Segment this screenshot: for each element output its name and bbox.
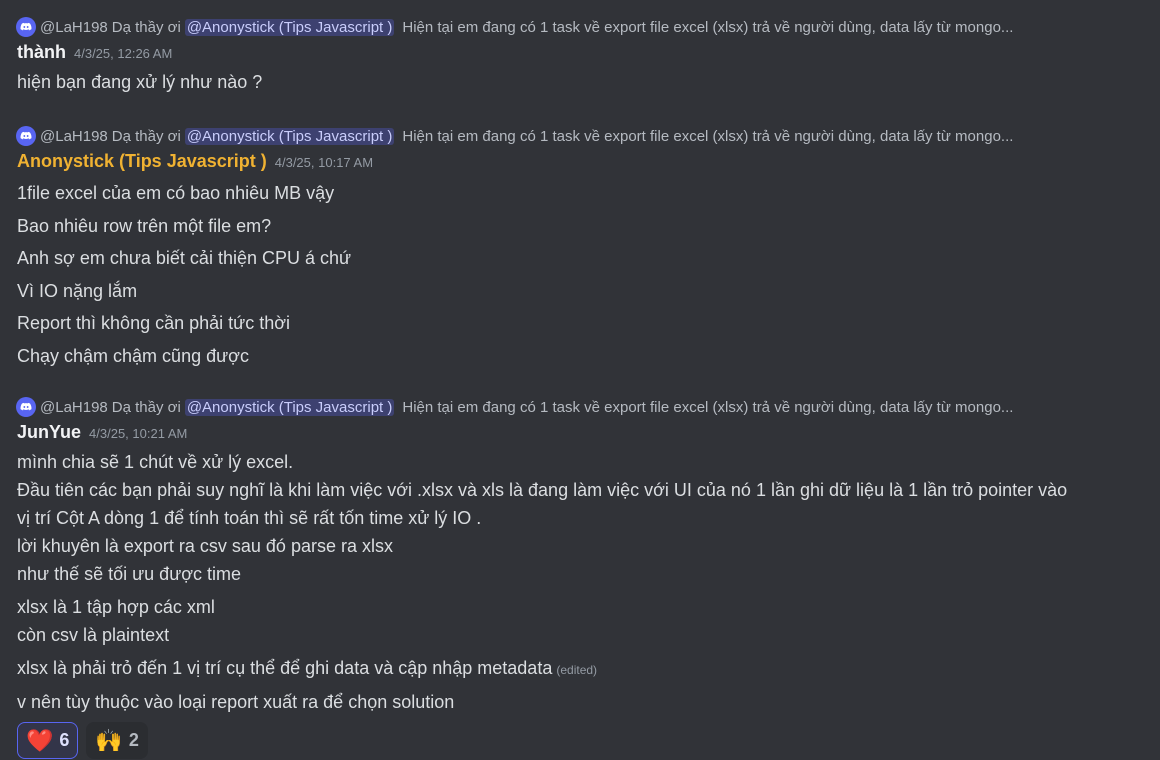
reply-preview[interactable]: @LaH198 Dạ thầy ơi @Anonystick (Tips Jav… <box>0 396 1160 418</box>
reply-snippet[interactable]: Hiện tại em đang có 1 task về export fil… <box>402 19 1013 36</box>
message-line: như thế sẽ tối ưu được time <box>17 564 242 584</box>
message-header: thành 4/3/25, 12:26 AM <box>0 42 1160 68</box>
mention[interactable]: @Anonystick (Tips Javascript ) <box>184 18 395 36</box>
message-line: còn csv là plaintext <box>17 625 170 645</box>
message-line: Bao nhiêu row trên một file em? <box>17 215 272 236</box>
message-line: Vì IO nặng lắm <box>17 280 138 301</box>
message-text: xlsx là phải trỏ đến 1 vị trí cụ thể để … <box>17 658 553 678</box>
reply-text-prefix: Dạ thầy ơi <box>111 18 181 36</box>
discord-avatar-icon <box>16 17 36 37</box>
message-line: hiện bạn đang xử lý như nào ? <box>17 72 263 92</box>
message-line: Report thì không cần phải tức thời <box>17 313 291 333</box>
message-header: Anonystick (Tips Javascript ) 4/3/25, 10… <box>0 151 1160 177</box>
mention[interactable]: @Anonystick (Tips Javascript ) <box>184 127 395 145</box>
message-line: mình chia sẽ 1 chút về xử lý excel. <box>17 452 294 472</box>
message-line: Chạy chậm chậm cũng được <box>17 345 249 366</box>
reaction-heart[interactable]: ❤️ 6 <box>17 722 79 759</box>
author-name[interactable]: JunYue <box>17 422 81 443</box>
reaction-count: 6 <box>59 730 70 750</box>
reply-text-prefix: Dạ thầy ơi <box>111 398 181 416</box>
reply-username[interactable]: @LaH198 <box>40 399 108 416</box>
timestamp: 4/3/25, 12:26 AM <box>74 46 173 61</box>
discord-avatar-icon <box>16 397 36 417</box>
reply-snippet[interactable]: Hiện tại em đang có 1 task về export fil… <box>402 128 1013 145</box>
message-header: JunYue 4/3/25, 10:21 AM <box>0 422 1160 448</box>
message-junyue: @LaH198 Dạ thầy ơi @Anonystick (Tips Jav… <box>0 396 1160 759</box>
author-name[interactable]: Anonystick (Tips Javascript ) <box>17 151 267 172</box>
reaction-count: 2 <box>128 730 139 750</box>
chat-messages: @LaH198 Dạ thầy ơi @Anonystick (Tips Jav… <box>0 0 1160 760</box>
author-name[interactable]: thành <box>17 42 66 63</box>
reply-username[interactable]: @LaH198 <box>40 128 108 145</box>
message-line: 1file excel của em có bao nhiêu MB vậy <box>17 183 335 203</box>
reply-preview[interactable]: @LaH198 Dạ thầy ơi @Anonystick (Tips Jav… <box>0 16 1160 38</box>
raised-hands-icon: 🙌 <box>95 727 123 753</box>
message-line: lời khuyên là export ra csv sau đó parse… <box>17 536 393 556</box>
reply-snippet[interactable]: Hiện tại em đang có 1 task về export fil… <box>402 399 1013 416</box>
message-line: Đầu tiên các bạn phải suy nghĩ là khi là… <box>17 480 1068 500</box>
timestamp: 4/3/25, 10:17 AM <box>274 155 374 170</box>
message-anonystick: @LaH198 Dạ thầy ơi @Anonystick (Tips Jav… <box>0 125 1160 372</box>
reaction-raised-hands[interactable]: 🙌 2 <box>86 722 148 759</box>
message-line: vị trí Cột A dòng 1 để tính toán thì sẽ … <box>17 508 482 528</box>
edited-label: (edited) <box>556 663 598 677</box>
message-line: Anh sợ em chưa biết cải thiện CPU á chứ <box>17 248 352 268</box>
reply-text-prefix: Dạ thầy ơi <box>111 127 181 145</box>
discord-avatar-icon <box>16 126 36 146</box>
message-thanh: @LaH198 Dạ thầy ơi @Anonystick (Tips Jav… <box>0 16 1160 96</box>
heart-icon: ❤️ <box>26 727 54 753</box>
mention[interactable]: @Anonystick (Tips Javascript ) <box>184 398 395 416</box>
reply-preview[interactable]: @LaH198 Dạ thầy ơi @Anonystick (Tips Jav… <box>0 125 1160 147</box>
message-line: xlsx là phải trỏ đến 1 vị trí cụ thể để … <box>0 654 1160 684</box>
timestamp: 4/3/25, 10:21 AM <box>89 426 188 441</box>
message-line: xlsx là 1 tập hợp các xml <box>17 597 215 617</box>
message-line: v nên tùy thuộc vào loại report xuất ra … <box>17 692 455 712</box>
reply-username[interactable]: @LaH198 <box>40 19 108 36</box>
reactions: ❤️ 6 🙌 2 <box>0 722 1160 759</box>
